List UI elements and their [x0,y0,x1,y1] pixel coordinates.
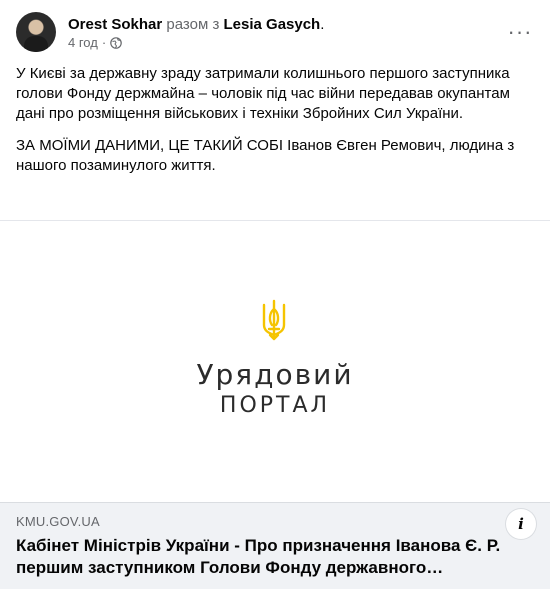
post-paragraph-1: У Києві за державну зраду затримали коли… [16,65,510,122]
tagged-person[interactable]: Lesia Gasych [224,16,321,33]
post-time[interactable]: 4 год [68,35,98,51]
link-title[interactable]: Кабінет Міністрів України - Про призначе… [16,535,516,579]
portal-title-line2: ПОРТАЛ [219,393,331,418]
portal-title-line1: Урядовий [196,358,354,391]
more-options-icon[interactable]: ··· [506,18,534,46]
link-domain: KMU.GOV.UA [16,514,100,529]
post-header: Orest Sokhar разом з Lesia Gasych. 4 год… [16,12,536,56]
link-preview-image[interactable]: Урядовий ПОРТАЛ [0,220,550,502]
post-meta: 4 год · [68,35,122,51]
author-avatar[interactable] [16,12,56,52]
post-paragraph-2: ЗА МОЇМИ ДАНИМИ, ЦЕ ТАКИЙ СОБІ Іванов Єв… [16,137,515,174]
meta-separator: · [101,35,107,50]
author-line: Orest Sokhar разом з Lesia Gasych. [68,15,324,34]
author-name[interactable]: Orest Sokhar [68,16,162,33]
tagged-suffix: . [320,16,325,33]
link-preview-footer[interactable]: KMU.GOV.UA Кабінет Міністрів України - П… [0,502,550,589]
info-icon[interactable]: i [506,509,536,539]
trident-icon [262,299,286,341]
with-text: разом з [166,16,220,33]
globe-icon[interactable] [110,37,122,49]
post-body: У Києві за державну зраду затримали коли… [16,64,536,188]
